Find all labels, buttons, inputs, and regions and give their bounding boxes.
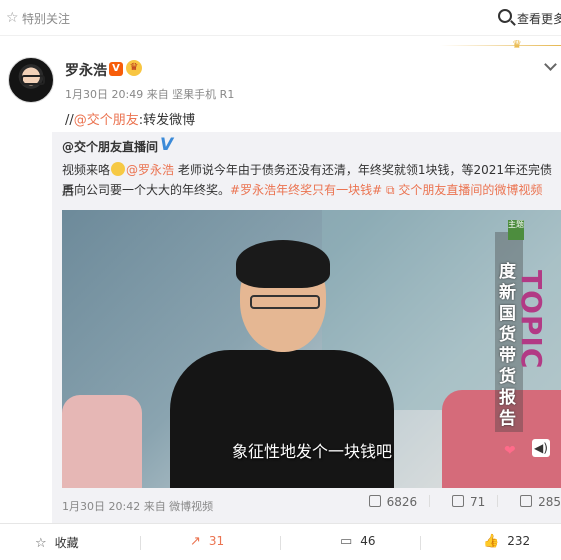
like-button[interactable]: 👍 232 (483, 534, 530, 549)
crown-badge-icon: ♛ (126, 60, 142, 76)
retweet-meta: 1月30日 20:42 来自 微博视频 (62, 500, 214, 513)
verified-icon: V (160, 135, 174, 155)
action-bar: ☆ 收藏 ↗ 31 ▭ 46 👍 232 (0, 523, 561, 560)
topic-english: TOPIC (515, 270, 548, 370)
retweet-author[interactable]: @交个朋友直播间 (62, 138, 158, 155)
repost-count: 31 (208, 534, 225, 548)
forward-suffix: :转发微博 (138, 113, 196, 128)
view-more-link[interactable]: 查看更多 (517, 10, 561, 27)
retweet-like-stat[interactable]: 285 (520, 495, 561, 509)
video-link-icon[interactable]: ⧉ (382, 183, 398, 197)
comment-count: 46 (360, 534, 376, 548)
chevron-down-icon[interactable] (544, 58, 557, 71)
retweet-repost-count: 6826 (386, 495, 418, 509)
video-player[interactable]: 主题 度新国货带货报告 TOPIC 象征性地发个一块钱吧 ❤ ◀) (62, 210, 561, 488)
favorite-button[interactable]: ☆ 收藏 (35, 534, 79, 551)
stat-divider (497, 495, 499, 507)
thumbs-up-icon: 👍 (483, 534, 500, 549)
retweet-repost-stat[interactable]: 6826 (368, 495, 418, 509)
repost-button[interactable]: ↗ 31 (190, 534, 224, 549)
person-body (170, 350, 394, 488)
top-bar: ☆ 特别关注 查看更多 (0, 0, 561, 36)
search-icon[interactable] (498, 9, 512, 23)
retweet-like-count: 285 (538, 495, 561, 509)
retweet-comment-count: 71 (469, 495, 486, 509)
comment-icon: ▭ (340, 534, 353, 549)
retweet-text-a: 视频来咯 (62, 163, 111, 177)
retweet-text-line2: 再向公司要一个大大的年终奖。#罗永浩年终奖只有一块钱# ⧉ 交个朋友直播间的微博… (62, 181, 542, 198)
action-divider (420, 536, 421, 550)
emoji-icon (111, 162, 126, 176)
like-count: 232 (507, 534, 531, 548)
comment-button[interactable]: ▭ 46 (340, 534, 376, 549)
vip-badge-icon: V (109, 62, 123, 76)
special-follow-icon[interactable]: ☆ (6, 10, 19, 26)
person-glasses (250, 295, 320, 309)
person-hair (236, 240, 330, 288)
author-name[interactable]: 罗永浩 (65, 60, 107, 80)
retweet-line2-text: 再向公司要一个大大的年终奖。 (62, 183, 231, 197)
repost-icon (368, 495, 381, 507)
heart-icon[interactable]: ❤ (504, 443, 516, 459)
decoration-line (440, 45, 561, 46)
post-meta: 1月30日 20:49 来自 坚果手机 R1 (65, 88, 235, 101)
stat-divider (429, 495, 431, 507)
forward-text: //@交个朋友:转发微博 (65, 109, 195, 128)
favorite-label: 收藏 (54, 536, 79, 550)
hashtag-link[interactable]: #罗永浩年终奖只有一块钱# (230, 183, 382, 197)
special-follow-label[interactable]: 特别关注 (22, 10, 70, 27)
retweet-card: @交个朋友直播间 V 视频来咯 @罗永浩 老师说今年由于债务还没有还清，年终奖就领… (52, 132, 561, 523)
retweet-mention-link[interactable]: @罗永浩 (126, 163, 174, 177)
avatar[interactable] (8, 57, 54, 103)
topic-tag: 主题 (508, 220, 524, 240)
forward-prefix: // (65, 113, 74, 128)
volume-icon[interactable]: ◀) (532, 439, 550, 457)
retweet-comment-stat[interactable]: 71 (451, 495, 486, 509)
like-icon (520, 495, 533, 507)
video-source-link[interactable]: 交个朋友直播间的微博视频 (398, 183, 542, 197)
video-subtitle: 象征性地发个一块钱吧 (232, 442, 393, 461)
star-icon: ☆ (35, 536, 47, 551)
action-divider (140, 536, 141, 550)
repost-icon: ↗ (190, 534, 201, 549)
action-divider (280, 536, 281, 550)
post-header: 罗永浩 V ♛ 1月30日 20:49 来自 坚果手机 R1 //@交个朋友:转… (0, 48, 561, 130)
mention-link[interactable]: @交个朋友 (74, 113, 139, 128)
retweet-stats: 6826 71 285 (351, 495, 561, 513)
comment-icon (451, 495, 464, 507)
video-sofa-left (62, 395, 142, 488)
